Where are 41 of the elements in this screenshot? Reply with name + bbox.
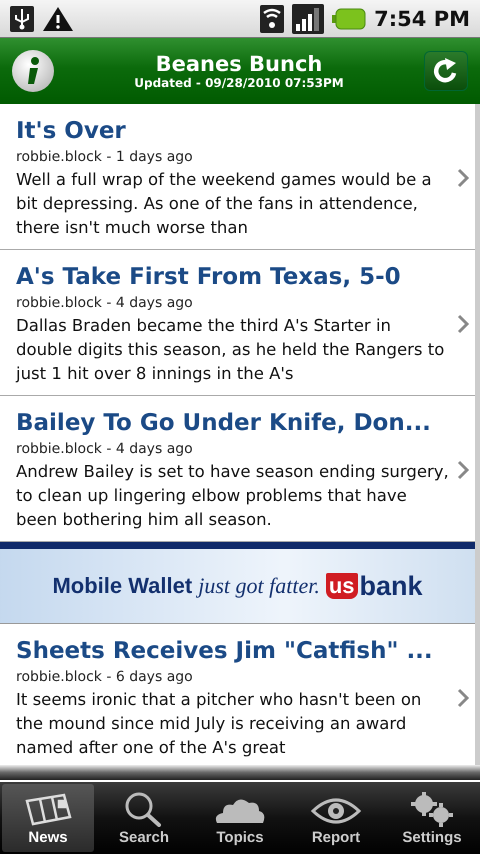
article-meta: robbie.block - 4 days ago: [16, 440, 194, 456]
chevron-icon: [457, 688, 469, 708]
article-snippet: Well a full wrap of the weekend games would be a bit depressing. As one of the fans in attendence, there isn't much worse than: [16, 168, 433, 238]
article-row[interactable]: It's Over robbie.block - 1 days ago Well a full wrap of the weekend games would be a bit depressing. As one of the fans in attendence, there isn't much worse than: [0, 104, 475, 250]
tab[interactable]: Settings: [386, 784, 478, 852]
article-snippet: Dallas Braden became the third A's Starter in double digits this season, as he held the Rangers to just 1 hit over 8 innings in the A's: [16, 314, 446, 384]
brand-shield: us: [326, 573, 358, 599]
brand-name: bank: [360, 570, 423, 602]
usb-icon: [10, 6, 34, 32]
wifi-icon: [260, 4, 284, 32]
article-meta: robbie.block - 4 days ago: [16, 294, 194, 310]
newspaper-icon: [24, 793, 72, 827]
tab[interactable]: Search: [98, 784, 190, 852]
article-meta: robbie.block - 1 days ago: [16, 148, 194, 164]
article-title: Sheets Receives Jim "Catfish" ...: [16, 636, 434, 666]
article-meta: robbie.block - 6 days ago: [16, 668, 194, 684]
article-snippet: Andrew Bailey is set to have season ending surgery, to clean up lingering elbow problems that have been bothering him all season.: [16, 460, 450, 530]
app-title: Beanes Bunch: [156, 52, 322, 76]
battery-icon: [332, 8, 366, 30]
chevron-icon: [457, 460, 469, 480]
article-title: A's Take First From Texas, 5-0: [16, 262, 402, 292]
ad-banner[interactable]: Mobile Wallet just got fatter. us bank: [0, 542, 475, 624]
refresh-button[interactable]: [424, 51, 468, 91]
article-title: It's Over: [16, 116, 127, 146]
info-button[interactable]: [12, 50, 54, 92]
article-row[interactable]: A's Take First From Texas, 5-0 robbie.block - 4 days ago Dallas Braden became the third A's Starter in double digits this season, as he held the Rangers to just 1 hit over 8 innings in the A's: [0, 250, 475, 396]
tab[interactable]: News: [2, 784, 94, 852]
gears-icon: [408, 791, 456, 827]
chevron-icon: [457, 168, 469, 188]
tab[interactable]: Topics: [194, 784, 286, 852]
tab[interactable]: Report: [290, 784, 382, 852]
signal-icon: [292, 4, 324, 34]
info-icon: [26, 56, 40, 86]
chevron-icon: [457, 314, 469, 334]
article-snippet: It seems ironic that a pitcher who hasn't been on the mound since mid July is receiving an award named after one of the A's great: [16, 688, 422, 758]
warning-icon: [42, 6, 74, 32]
ad-tagline: just got fatter.: [198, 573, 320, 599]
updated-time: Updated - 09/28/2010 07:53PM: [134, 76, 344, 90]
status-time: 7:54 PM: [374, 6, 470, 30]
ad-headline: Mobile Wallet: [52, 573, 192, 599]
article-title: Bailey To Go Under Knife, Don...: [16, 408, 432, 438]
